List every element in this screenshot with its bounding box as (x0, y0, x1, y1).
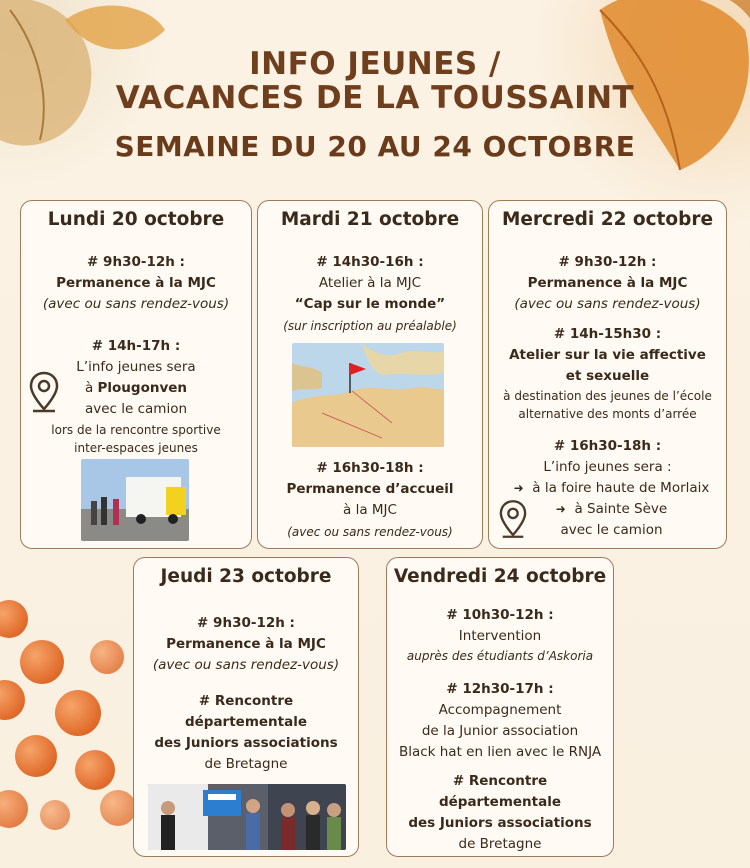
time-slot: # 9h30-12h : (197, 615, 295, 631)
berry-decoration (15, 735, 57, 777)
description: à destination des jeunes de l’école (503, 389, 712, 403)
note: (avec ou sans rendez-vous) (152, 657, 340, 673)
activity-line: de Bretagne (458, 836, 542, 852)
card-wednesday: Mercredi 22 octobre # 9h30-12h : Permane… (488, 200, 727, 549)
activity-line: de Bretagne (204, 756, 288, 772)
activity-line: ➜ à la foire haute de Morlaix (497, 479, 726, 497)
berry-decoration (75, 750, 115, 790)
time-slot: # 14h-17h : (91, 338, 181, 354)
activity: des Juniors associations (154, 735, 338, 751)
time-slot: # 16h30-18h : (553, 438, 662, 454)
activity: départementale (438, 794, 562, 810)
note: (sur inscription au préalable) (283, 319, 457, 333)
arrow-right-icon: ➜ (513, 481, 524, 495)
time-slot: # 16h30-18h : (316, 460, 424, 476)
activity-line: lors de la rencontre sportive (51, 423, 221, 437)
activity: Atelier sur la vie affective (509, 347, 706, 363)
activity-line: à la MJC (343, 502, 397, 518)
location: à la foire haute de Morlaix (532, 480, 710, 496)
time-slot: # 14h-15h30 : (553, 326, 662, 342)
day-title: Lundi 20 octobre (47, 209, 225, 230)
note: (avec ou sans rendez-vous) (514, 296, 701, 312)
page-title-line2: VACANCES DE LA TOUSSAINT (115, 80, 635, 116)
berry-decoration (90, 640, 124, 674)
activity: Permanence à la MJC (166, 636, 326, 652)
time-slot: # 14h30-16h : (316, 254, 424, 270)
activity-line: auprès des étudiants d’Askoria (406, 649, 594, 663)
day-title: Mardi 21 octobre (280, 209, 460, 230)
day-title: Vendredi 24 octobre (393, 566, 607, 587)
berry-decoration (55, 690, 101, 736)
card-tuesday: Mardi 21 octobre # 14h30-16h : Atelier à… (257, 200, 483, 549)
activity: Intervention (458, 628, 542, 644)
day-title: Mercredi 22 octobre (501, 209, 714, 230)
activity-line: ➜ à Sainte Sève (497, 500, 726, 518)
berry-decoration (40, 800, 70, 830)
note: (avec ou sans rendez-vous) (287, 525, 453, 539)
map-pin-icon (29, 371, 59, 413)
map-pin-icon (499, 500, 527, 538)
camion-photo (81, 459, 189, 541)
card-monday: Lundi 20 octobre # 9h30-12h : Permanence… (20, 200, 252, 549)
arrow-right-icon: ➜ (555, 502, 566, 516)
activity-line: avec le camion (560, 522, 663, 538)
note: (avec ou sans rendez-vous) (42, 296, 230, 312)
time-slot: # 9h30-12h : (87, 254, 185, 270)
berry-decoration (20, 640, 64, 684)
card-friday: Vendredi 24 octobre # 10h30-12h : Interv… (386, 557, 614, 857)
location: Plougonven (97, 380, 188, 396)
activity-line: L’info jeunes sera : (543, 459, 672, 475)
activity: Accompagnement (438, 702, 562, 718)
activity: départementale (184, 714, 308, 730)
activity: Atelier à la MJC (318, 275, 422, 291)
activity: Permanence à la MJC (56, 275, 216, 291)
activity: des Juniors associations (408, 815, 592, 831)
activity: # Rencontre (452, 773, 548, 789)
world-map-photo (292, 343, 444, 447)
location: à Sainte Sève (574, 501, 668, 517)
berry-decoration (100, 790, 136, 826)
time-slot: # 9h30-12h : (558, 254, 657, 270)
time-slot: # 12h30-17h : (446, 681, 554, 697)
activity: # Rencontre (198, 693, 294, 709)
activity-line: inter-espaces jeunes (74, 441, 198, 455)
activity-text: à (84, 380, 98, 396)
activity-line: de la Junior association (421, 723, 579, 739)
day-title: Jeudi 23 octobre (160, 566, 332, 587)
week-subtitle: SEMAINE DU 20 AU 24 OCTOBRE (114, 130, 636, 163)
activity: et sexuelle (565, 368, 650, 384)
activity-title: “Cap sur le monde” (294, 296, 446, 312)
page-title-line1: INFO JEUNES / (249, 46, 501, 82)
card-thursday: Jeudi 23 octobre # 9h30-12h : Permanence… (133, 557, 359, 857)
time-slot: # 10h30-12h : (446, 607, 554, 623)
activity: Permanence à la MJC (527, 275, 688, 291)
activity-line: Black hat en lien avec le RNJA (398, 744, 602, 760)
description: alternative des monts d’arrée (518, 407, 697, 421)
activity: Permanence d’accueil (286, 481, 454, 497)
juniors-group-photo (148, 784, 346, 850)
